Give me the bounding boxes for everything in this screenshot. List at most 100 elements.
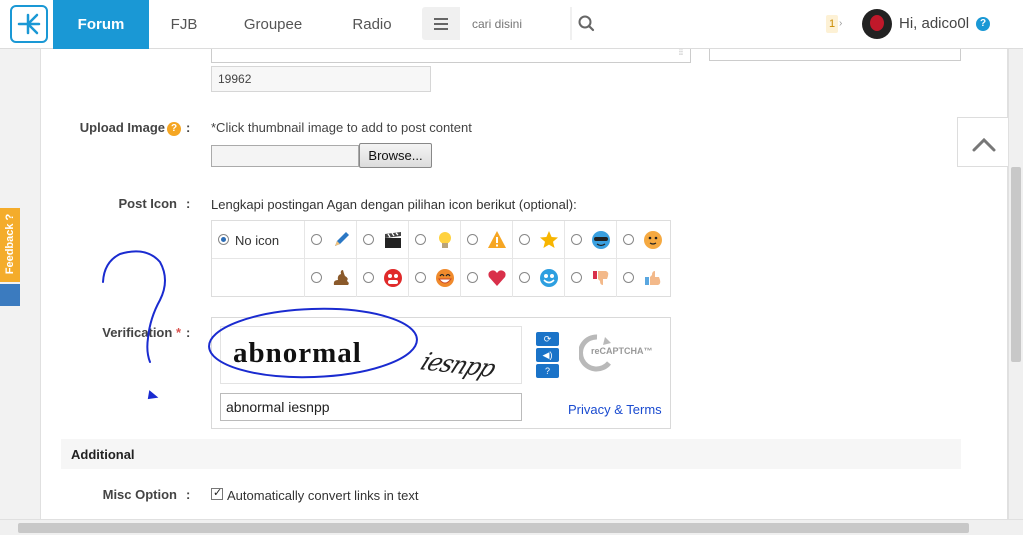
message-textarea[interactable]: ⁞⁞ bbox=[211, 49, 691, 63]
poop-icon bbox=[333, 270, 349, 285]
radio-button[interactable] bbox=[623, 234, 634, 245]
icon-option-empty bbox=[212, 259, 305, 297]
search-area bbox=[422, 7, 603, 40]
radio-button[interactable] bbox=[415, 272, 426, 283]
thumbs-down-icon bbox=[593, 271, 609, 285]
icon-option[interactable] bbox=[513, 221, 565, 259]
horizontal-scrollbar[interactable] bbox=[0, 519, 1023, 535]
notification-badge[interactable]: 1 bbox=[826, 15, 838, 33]
character-count-field: 19962 bbox=[211, 66, 431, 92]
kaskus-logo[interactable] bbox=[10, 5, 48, 43]
radio-button[interactable] bbox=[467, 272, 478, 283]
tab-forum[interactable]: Forum bbox=[53, 0, 149, 49]
laugh-face-icon bbox=[436, 269, 454, 287]
radio-button[interactable] bbox=[415, 234, 426, 245]
radio-button[interactable] bbox=[519, 272, 530, 283]
side-field bbox=[709, 49, 961, 61]
clapper-icon bbox=[385, 232, 401, 248]
feedback-user-icon[interactable] bbox=[0, 284, 20, 306]
radio-button[interactable] bbox=[311, 272, 322, 283]
icon-option[interactable] bbox=[461, 259, 513, 297]
colon: : bbox=[186, 487, 191, 502]
radio-button[interactable] bbox=[311, 234, 322, 245]
post-icon-hint: Lengkapi postingan Agan dengan pilihan i… bbox=[211, 197, 577, 212]
upload-image-label: Upload Image? bbox=[61, 120, 181, 136]
scrollbar-thumb[interactable] bbox=[1011, 167, 1021, 362]
radio-button[interactable] bbox=[363, 234, 374, 245]
privacy-terms-link[interactable]: Privacy & Terms bbox=[568, 402, 662, 417]
feedback-label: Feedback ? bbox=[4, 213, 16, 275]
user-greeting[interactable]: Hi, adico0l bbox=[899, 15, 969, 32]
radio-button[interactable] bbox=[467, 234, 478, 245]
file-path-field[interactable] bbox=[211, 145, 359, 167]
icon-option[interactable] bbox=[357, 221, 409, 259]
angry-face-icon bbox=[384, 269, 402, 287]
icon-option[interactable] bbox=[617, 221, 670, 259]
colon: : bbox=[186, 196, 191, 211]
radio-button[interactable] bbox=[623, 272, 634, 283]
tab-groupee[interactable]: Groupee bbox=[232, 0, 314, 49]
icon-option[interactable] bbox=[617, 259, 670, 297]
additional-section-header: Additional bbox=[61, 439, 961, 469]
question-icon[interactable]: ? bbox=[167, 121, 181, 136]
help-icon[interactable]: ? bbox=[976, 17, 990, 31]
search-icon[interactable] bbox=[572, 7, 603, 40]
back-to-top-button[interactable] bbox=[957, 117, 1009, 167]
heart-icon bbox=[488, 270, 506, 286]
recaptcha-widget: abnormal iesnpp ⟳ ◀) ? reCAPTCHA™ Privac… bbox=[211, 317, 671, 429]
main-form-panel: ⁞⁞ 19962 Upload Image? : *Click thumbnai… bbox=[40, 49, 1008, 519]
misc-option-label: Misc Option bbox=[102, 487, 177, 502]
smile-face-icon bbox=[540, 269, 558, 287]
colon: : bbox=[186, 325, 191, 340]
icon-option[interactable] bbox=[409, 259, 461, 297]
colon: : bbox=[186, 120, 191, 135]
radio-button[interactable] bbox=[519, 234, 530, 245]
post-icon-grid: No icon bbox=[211, 220, 671, 297]
icon-option[interactable] bbox=[461, 221, 513, 259]
icon-option[interactable] bbox=[305, 221, 357, 259]
hamburger-menu-icon[interactable] bbox=[422, 7, 458, 40]
icon-option[interactable] bbox=[565, 259, 617, 297]
auto-convert-links-checkbox[interactable] bbox=[211, 486, 223, 500]
warning-icon bbox=[488, 231, 506, 248]
radio-button[interactable] bbox=[571, 272, 582, 283]
radio-button[interactable] bbox=[363, 272, 374, 283]
verification-label: Verification * bbox=[61, 325, 181, 340]
captcha-image: abnormal iesnpp bbox=[220, 326, 522, 384]
avatar[interactable] bbox=[862, 9, 892, 39]
chevron-up-icon bbox=[972, 137, 996, 152]
icon-option[interactable] bbox=[305, 259, 357, 297]
refresh-icon[interactable]: ⟳ bbox=[536, 332, 559, 346]
radio-button[interactable] bbox=[571, 234, 582, 245]
icon-option[interactable] bbox=[565, 221, 617, 259]
icon-option[interactable] bbox=[409, 221, 461, 259]
search-input[interactable] bbox=[460, 7, 570, 40]
icon-option[interactable] bbox=[513, 259, 565, 297]
feedback-tab[interactable]: Feedback ? bbox=[0, 208, 20, 282]
tab-fjb[interactable]: FJB bbox=[160, 0, 208, 49]
chevron-right-icon: › bbox=[839, 18, 843, 29]
scrollbar-thumb[interactable] bbox=[18, 523, 969, 533]
recaptcha-logo-text: reCAPTCHA™ bbox=[591, 346, 653, 356]
help-icon[interactable]: ? bbox=[536, 364, 559, 378]
icon-option-none[interactable]: No icon bbox=[212, 221, 305, 259]
auto-convert-links-label: Automatically convert links in text bbox=[227, 488, 419, 503]
captcha-word-1: abnormal bbox=[233, 337, 362, 369]
post-icon-label: Post Icon bbox=[118, 196, 177, 211]
required-mark: * bbox=[175, 325, 181, 340]
upload-hint: *Click thumbnail image to add to post co… bbox=[211, 120, 472, 135]
icon-option[interactable] bbox=[357, 259, 409, 297]
tab-radio[interactable]: Radio bbox=[340, 0, 404, 49]
cool-face-icon bbox=[592, 231, 610, 249]
browse-button[interactable]: Browse... bbox=[359, 143, 432, 168]
vertical-scrollbar[interactable] bbox=[1008, 49, 1023, 519]
captcha-answer-input[interactable] bbox=[220, 393, 522, 421]
radio-button[interactable] bbox=[218, 234, 229, 245]
no-icon-label: No icon bbox=[235, 233, 280, 248]
recaptcha-logo: reCAPTCHA™ bbox=[578, 333, 659, 373]
resize-grip-icon[interactable]: ⁞⁞ bbox=[679, 50, 687, 60]
audio-icon[interactable]: ◀) bbox=[536, 348, 559, 362]
star-icon bbox=[540, 231, 558, 248]
top-navigation-bar: Forum FJB Groupee Radio 1 › Hi, adico0l … bbox=[0, 0, 1023, 49]
upload-image-label-text: Upload Image bbox=[79, 120, 165, 135]
